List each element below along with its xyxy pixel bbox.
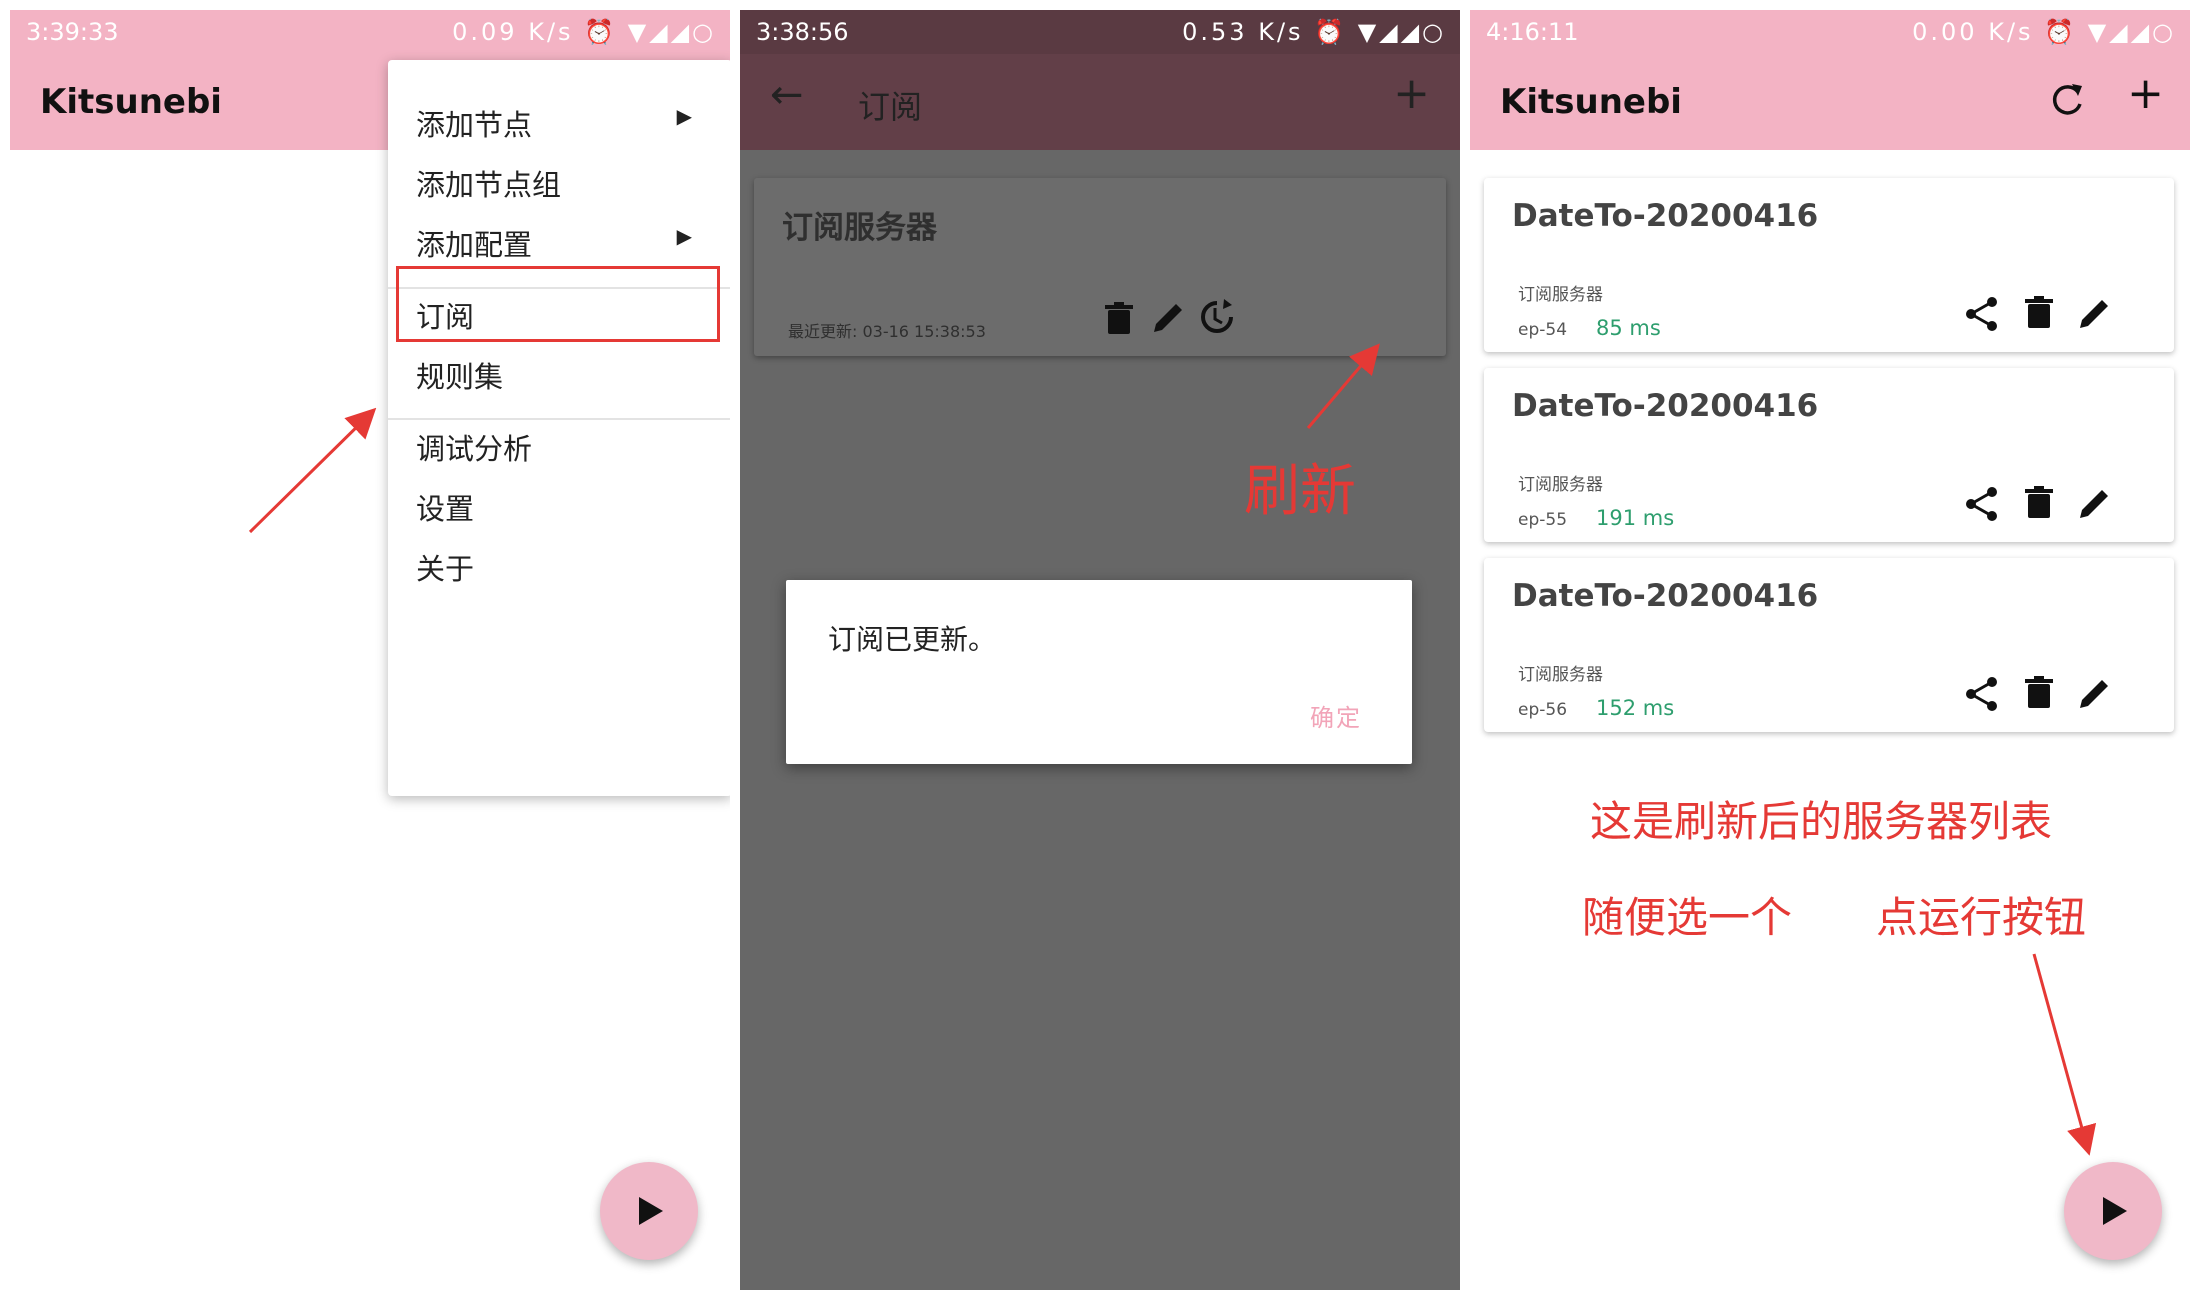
play-icon	[2103, 1197, 2127, 1225]
annotation-arrow	[248, 407, 377, 534]
screen-subscription: 3:38:56 0.53 K/s ⏰ ▼◢◢○ ← 订阅 + 订阅服务器 最近更…	[740, 10, 1460, 1290]
run-button[interactable]	[2064, 1162, 2162, 1260]
play-icon	[639, 1197, 663, 1225]
screen-menu: 3:39:33 0.09 K/s ⏰ ▼◢◢○ Kitsunebi 添加节点 ▶…	[10, 10, 730, 1290]
annotation-arrow	[2032, 953, 2097, 1156]
dialog-message: 订阅已更新。	[828, 623, 997, 656]
ok-button[interactable]: 确定	[1310, 698, 1362, 733]
run-button[interactable]	[600, 1162, 698, 1260]
refresh-annotation: 刷新	[1244, 459, 1356, 524]
update-dialog: 订阅已更新。 确定	[786, 580, 1412, 764]
screen-server-list: 4:16:11 0.00 K/s ⏰ ▼◢◢○ Kitsunebi + Date…	[1470, 10, 2190, 1290]
